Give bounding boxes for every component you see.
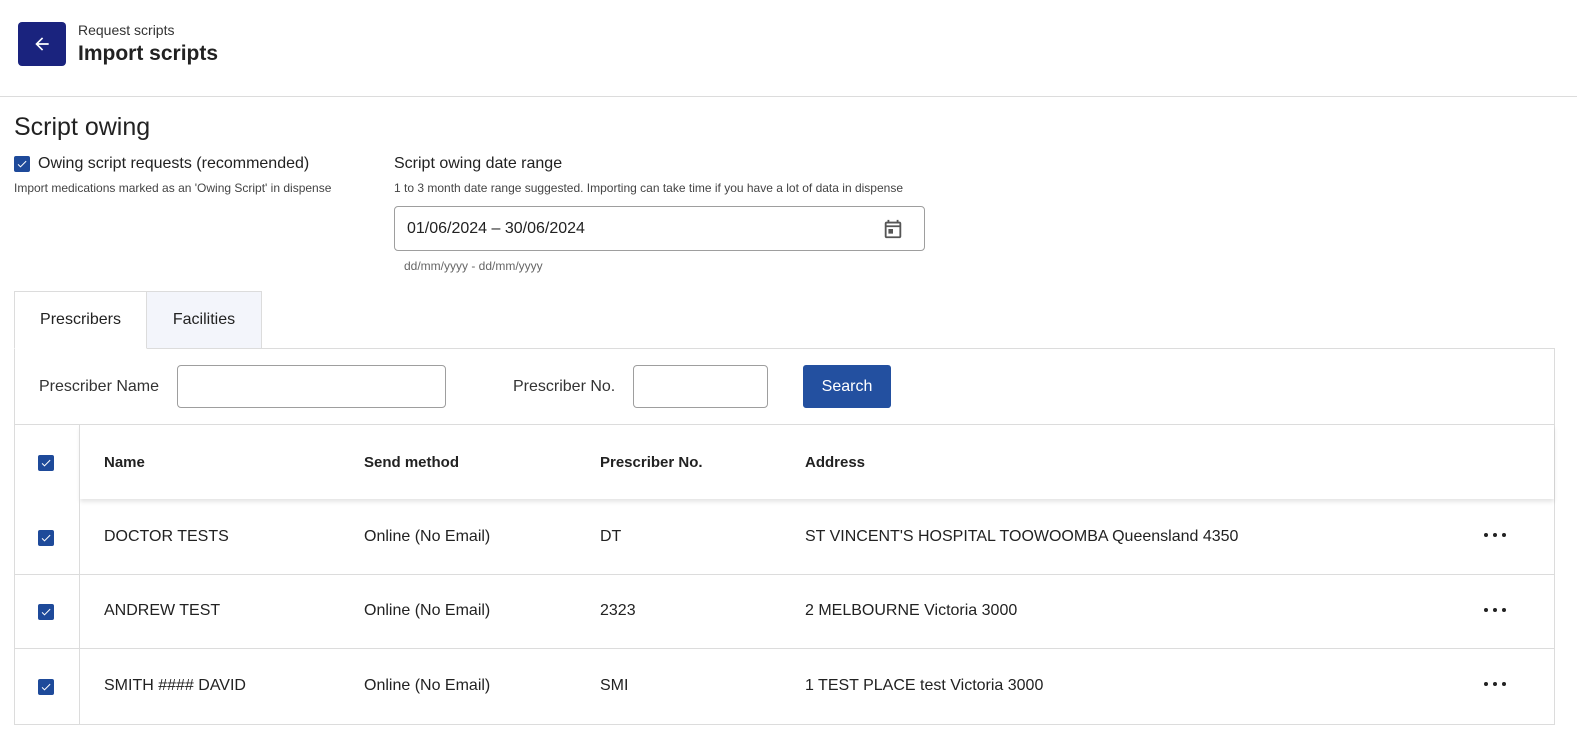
owing-script-checkbox[interactable] <box>14 156 30 172</box>
date-range-label: Script owing date range <box>394 155 563 172</box>
row-send-method: Online (No Email) <box>364 528 491 545</box>
row-name: SMITH #### DAVID <box>104 677 246 694</box>
row-send-method: Online (No Email) <box>364 602 491 619</box>
check-icon <box>41 608 51 616</box>
owing-script-help: Import medications marked as an 'Owing S… <box>14 181 332 195</box>
calendar-icon[interactable] <box>882 218 904 240</box>
check-icon <box>41 683 51 691</box>
row-address: 1 TEST PLACE test Victoria 3000 <box>805 677 1044 694</box>
more-options-icon[interactable] <box>1484 604 1506 616</box>
section-title: Script owing <box>14 113 151 141</box>
column-header-address[interactable]: Address <box>805 454 865 471</box>
tab-prescribers[interactable]: Prescribers <box>14 291 147 349</box>
more-options-icon[interactable] <box>1484 678 1506 690</box>
date-range-help: 1 to 3 month date range suggested. Impor… <box>394 181 903 195</box>
back-button[interactable] <box>18 22 66 66</box>
search-button[interactable]: Search <box>803 365 891 408</box>
row-name: ANDREW TEST <box>104 602 221 619</box>
check-icon <box>17 160 27 168</box>
row-address: 2 MELBOURNE Victoria 3000 <box>805 602 1018 619</box>
row-address: ST VINCENT'S HOSPITAL TOOWOOMBA Queensla… <box>805 528 1239 545</box>
breadcrumb: Request scripts <box>78 22 175 38</box>
row-name: DOCTOR TESTS <box>104 528 229 545</box>
more-options-icon[interactable] <box>1484 529 1506 541</box>
row-checkbox[interactable] <box>38 604 54 620</box>
page-header: Request scripts Import scripts <box>0 0 1577 97</box>
prescriber-number-label: Prescriber No. <box>513 378 616 395</box>
prescriber-name-label: Prescriber Name <box>39 378 160 395</box>
date-range-input[interactable]: 01/06/2024 – 30/06/2024 <box>394 206 925 251</box>
check-icon <box>41 459 51 467</box>
date-range-hint: dd/mm/yyyy - dd/mm/yyyy <box>404 259 543 273</box>
row-prescriber-no: DT <box>600 528 622 545</box>
column-header-send-method[interactable]: Send method <box>364 454 459 471</box>
tab-facilities[interactable]: Facilities <box>146 291 262 349</box>
date-range-value: 01/06/2024 – 30/06/2024 <box>407 220 585 237</box>
row-prescriber-no: SMI <box>600 677 629 694</box>
row-prescriber-no: 2323 <box>600 602 636 619</box>
row-send-method: Online (No Email) <box>364 677 491 694</box>
prescriber-name-input[interactable] <box>177 365 446 408</box>
column-header-name[interactable]: Name <box>104 454 145 471</box>
check-icon <box>41 534 51 542</box>
arrow-left-icon <box>35 37 49 51</box>
row-checkbox[interactable] <box>38 530 54 546</box>
owing-script-label[interactable]: Owing script requests (recommended) <box>38 155 309 173</box>
row-divider <box>14 648 1555 649</box>
page-title: Import scripts <box>78 42 219 65</box>
prescriber-number-input[interactable] <box>633 365 768 408</box>
column-header-prescriber-no[interactable]: Prescriber No. <box>600 454 703 471</box>
select-all-checkbox[interactable] <box>38 455 54 471</box>
row-checkbox[interactable] <box>38 679 54 695</box>
row-divider <box>14 574 1555 575</box>
